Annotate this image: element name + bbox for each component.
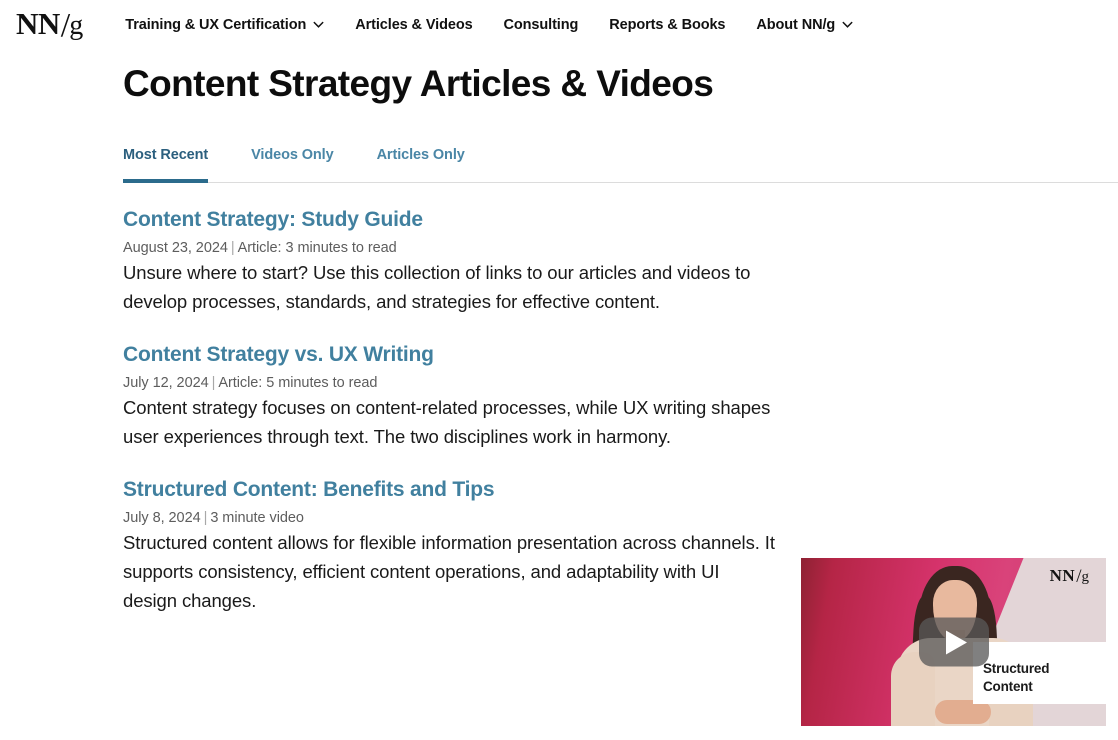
logo-slash: / bbox=[60, 7, 71, 44]
article-date: July 8, 2024 bbox=[123, 510, 201, 527]
article-meta: July 8, 2024 | 3 minute video bbox=[123, 510, 1118, 526]
page-content: Content Strategy Articles & Videos Most … bbox=[0, 63, 1118, 616]
article-title-link[interactable]: Structured Content: Benefits and Tips bbox=[123, 477, 495, 502]
nav-item-articles-videos[interactable]: Articles & Videos bbox=[355, 11, 472, 39]
logo-nn-text: NN bbox=[16, 6, 60, 41]
nav-item-training-ux-certification[interactable]: Training & UX Certification bbox=[125, 11, 324, 39]
page-title: Content Strategy Articles & Videos bbox=[123, 63, 714, 104]
article-date: August 23, 2024 bbox=[123, 239, 228, 256]
logo-g-text: g bbox=[69, 10, 84, 41]
thumbnail-caption-line1: Structured bbox=[983, 660, 1050, 676]
article-type: Article: 3 minutes to read bbox=[237, 239, 397, 256]
thumbnail-caption: Structured Content bbox=[973, 660, 1106, 696]
filter-tabs-container: Most Recent Videos Only Articles Only bbox=[123, 147, 1118, 183]
nav-item-label: Reports & Books bbox=[609, 17, 726, 33]
thumbnail-logo-nn: NN bbox=[1049, 566, 1076, 585]
meta-separator: | bbox=[203, 510, 208, 527]
thumbnail-caption-line2: Content bbox=[983, 678, 1033, 694]
site-header: NN / g Training & UX Certification Article… bbox=[0, 0, 1118, 50]
article-type: Article: 5 minutes to read bbox=[218, 375, 378, 392]
tab-videos-only[interactable]: Videos Only bbox=[251, 147, 334, 183]
nng-logo[interactable]: NN / g bbox=[16, 7, 83, 43]
chevron-down-icon bbox=[842, 19, 853, 30]
meta-separator: | bbox=[230, 239, 235, 256]
filter-tabs: Most Recent Videos Only Articles Only bbox=[123, 147, 1118, 183]
nav-item-consulting[interactable]: Consulting bbox=[504, 11, 579, 39]
chevron-down-icon bbox=[313, 19, 324, 30]
nav-item-label: About NN/g bbox=[756, 17, 836, 33]
play-triangle bbox=[945, 630, 967, 654]
thumbnail-logo-slash: / bbox=[1076, 566, 1082, 587]
article-description: Structured content allows for flexible i… bbox=[123, 532, 775, 612]
tab-articles-only[interactable]: Articles Only bbox=[377, 147, 465, 183]
article-type: 3 minute video bbox=[210, 510, 304, 527]
play-button-icon[interactable] bbox=[918, 617, 989, 667]
article-title-link[interactable]: Content Strategy vs. UX Writing bbox=[123, 342, 434, 367]
nav-item-label: Consulting bbox=[503, 17, 579, 33]
video-thumbnail[interactable]: Structured Content NN / g bbox=[801, 558, 1106, 726]
article-description: Content strategy focuses on content-rela… bbox=[123, 397, 771, 448]
thumbnail-nng-logo: NN / g bbox=[1049, 566, 1090, 587]
article-date: July 12, 2024 bbox=[123, 375, 209, 392]
thumbnail-logo-g: g bbox=[1081, 569, 1090, 585]
tab-most-recent[interactable]: Most Recent bbox=[123, 147, 208, 183]
nav-item-label: Training & UX Certification bbox=[125, 17, 307, 33]
list-item: Content Strategy vs. UX Writing July 12,… bbox=[123, 342, 1118, 451]
meta-separator: | bbox=[211, 375, 216, 392]
article-description: Unsure where to start? Use this collecti… bbox=[123, 261, 751, 312]
nav-item-about-nng[interactable]: About NN/g bbox=[756, 11, 853, 39]
article-meta: August 23, 2024 | Article: 3 minutes to re… bbox=[123, 240, 1118, 256]
nav-item-reports-books[interactable]: Reports & Books bbox=[609, 11, 725, 39]
list-item: Content Strategy: Study Guide August 23,… bbox=[123, 207, 1118, 316]
nav-item-label: Articles & Videos bbox=[355, 17, 473, 33]
main-navigation: Training & UX Certification Articles & V… bbox=[125, 11, 853, 39]
article-list: Content Strategy: Study Guide August 23,… bbox=[123, 207, 1118, 616]
article-title-link[interactable]: Content Strategy: Study Guide bbox=[123, 207, 423, 232]
article-meta: July 12, 2024 | Article: 5 minutes to read bbox=[123, 375, 1118, 391]
